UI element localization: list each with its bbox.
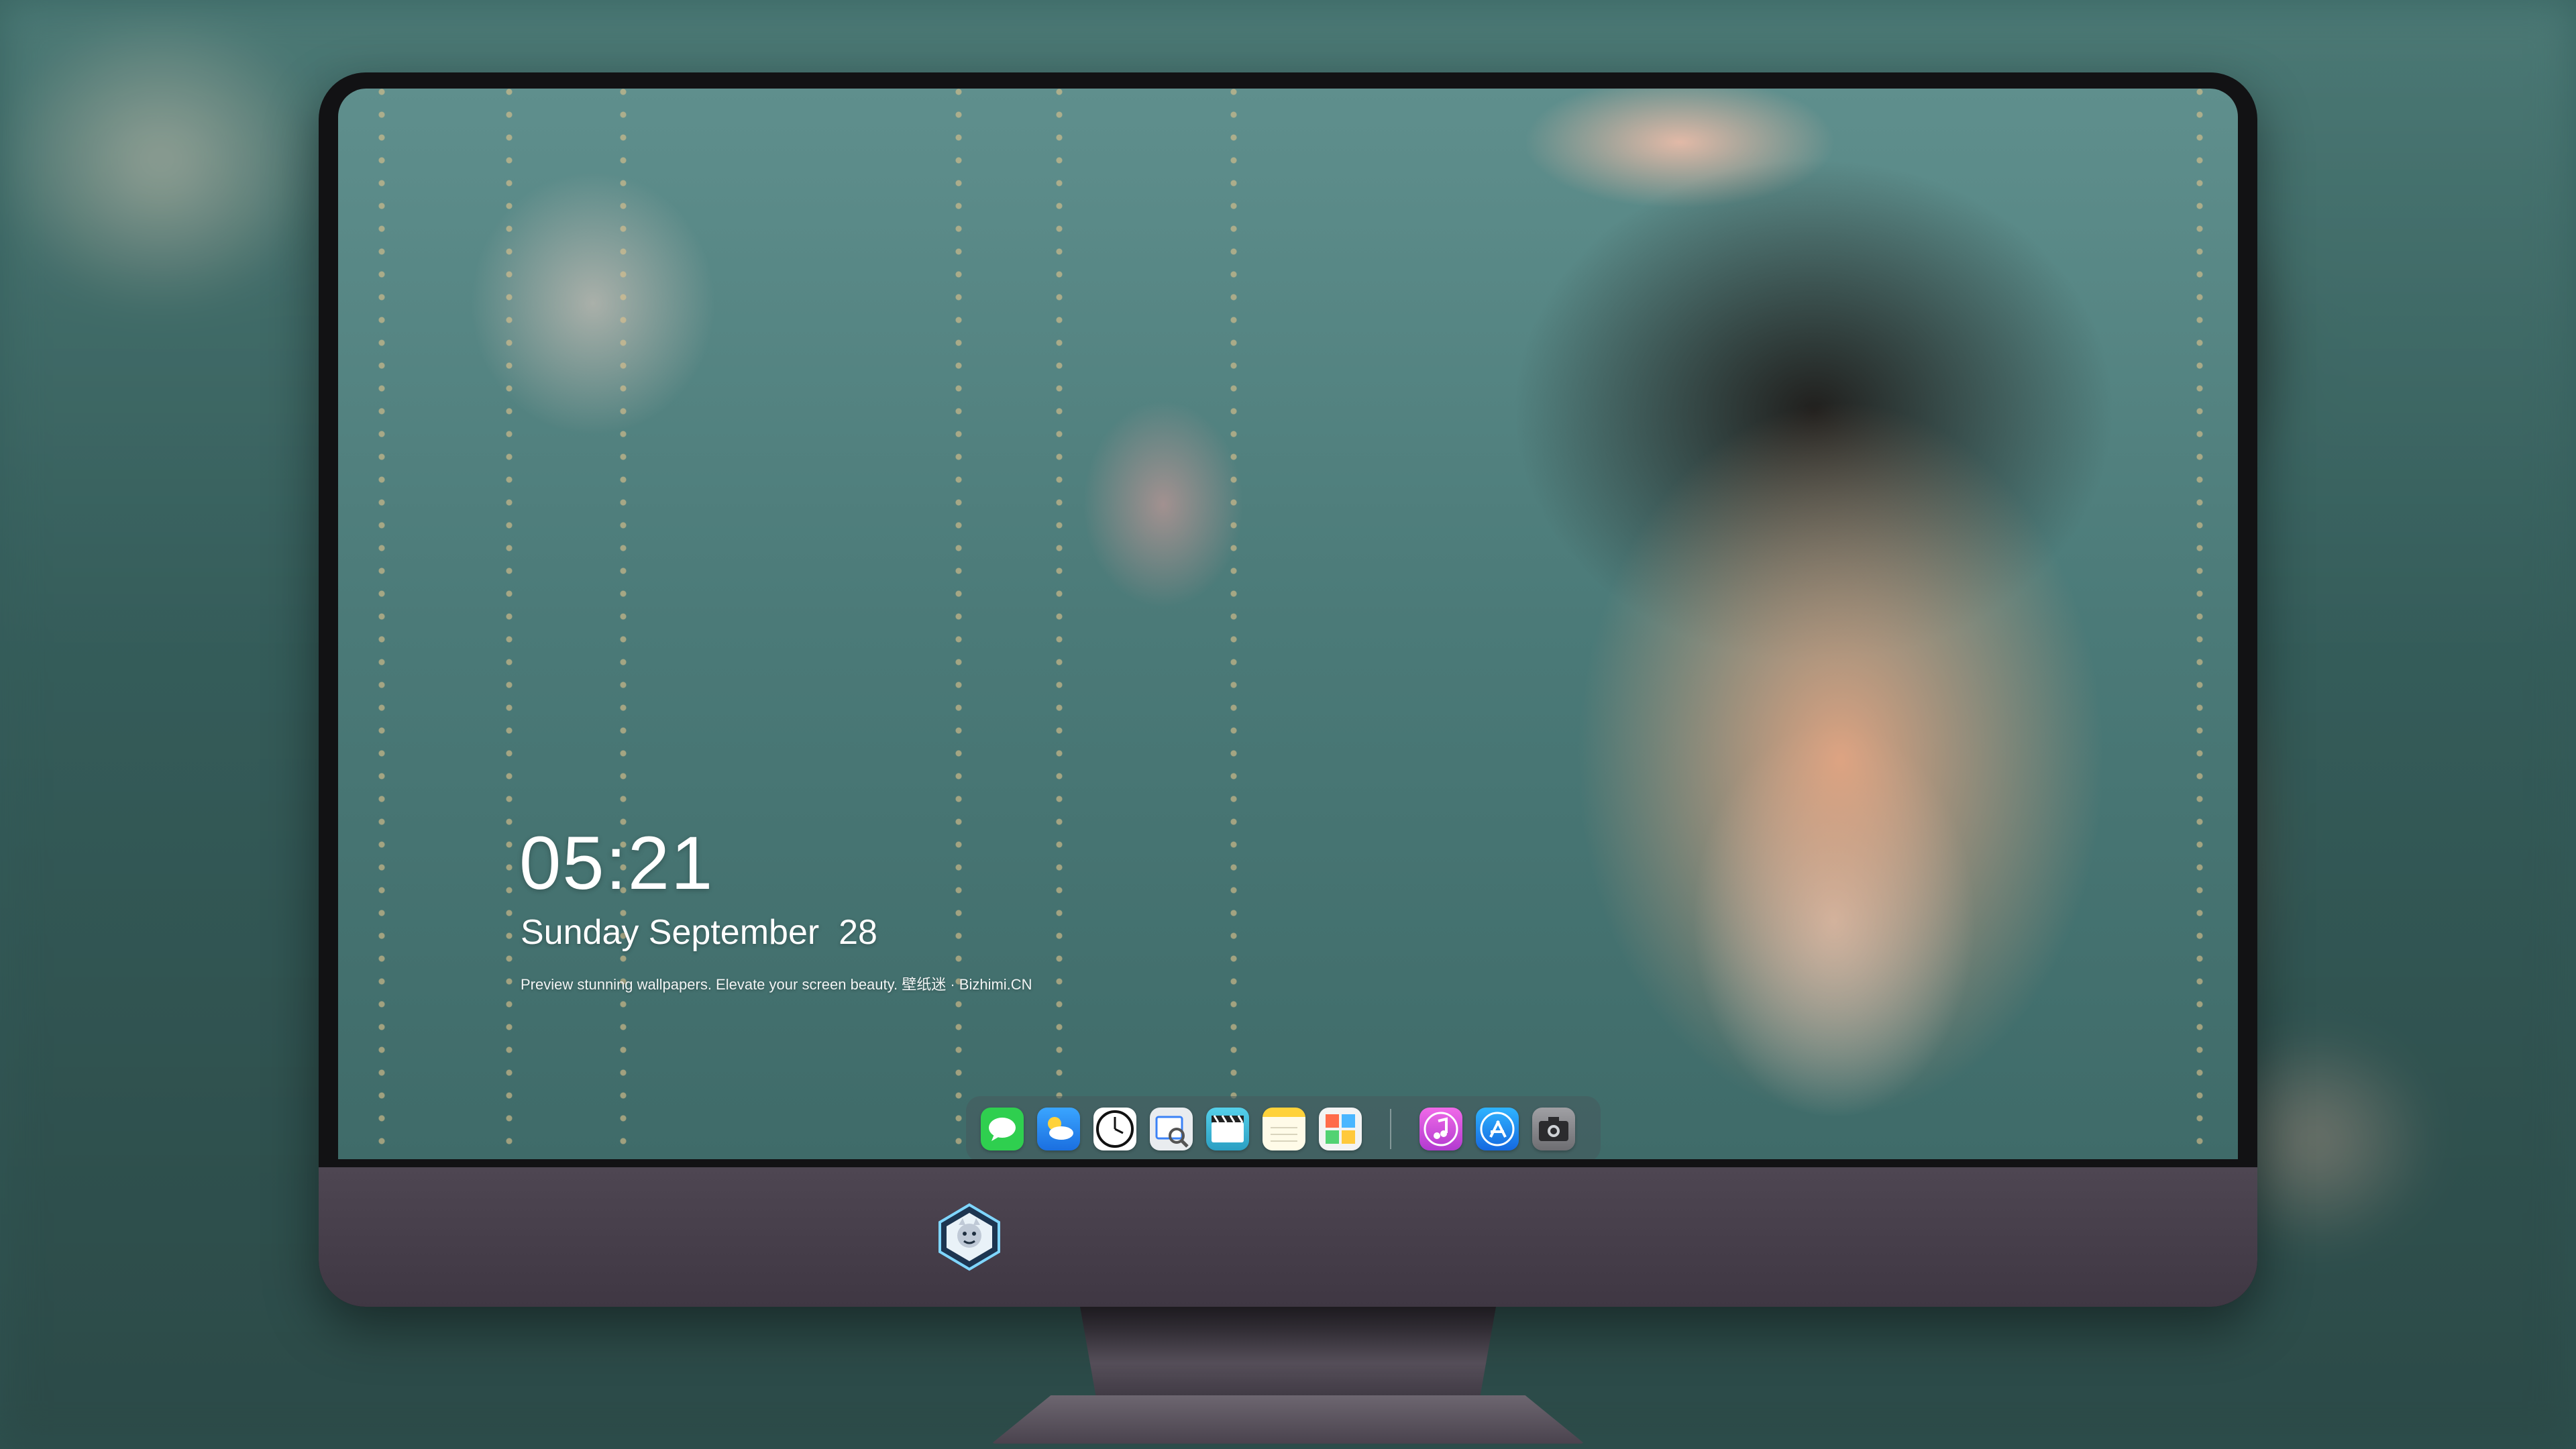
wallpaper-tagline: Preview stunning wallpapers. Elevate you… [521, 976, 1032, 993]
clock-icon[interactable] [1093, 1108, 1136, 1150]
lock-clock-time: 05:21 [519, 821, 714, 905]
monitor-stand-neck [1080, 1307, 1496, 1401]
notes-icon[interactable] [1263, 1108, 1305, 1150]
monitor: 05:21 Sunday September 28 Preview stunni… [319, 72, 2257, 1307]
monitor-chin [319, 1167, 2257, 1307]
brand-logo-icon [938, 1203, 1000, 1271]
lock-date: Sunday September 28 [521, 913, 877, 952]
wallpaper-strand [1230, 89, 1237, 1159]
wallpaper-strand [506, 89, 513, 1159]
dock [966, 1096, 1601, 1159]
wallpaper-strand [2196, 89, 2203, 1159]
messages-icon[interactable] [981, 1108, 1024, 1150]
wallpaper-strand [1056, 89, 1063, 1159]
dock-separator [1390, 1109, 1391, 1149]
desktop-screen: 05:21 Sunday September 28 Preview stunni… [338, 89, 2238, 1159]
app-store-icon[interactable] [1476, 1108, 1519, 1150]
wallpaper-strand [378, 89, 385, 1159]
music-icon[interactable] [1419, 1108, 1462, 1150]
wallpaper-strand [955, 89, 962, 1159]
video-editor-icon[interactable] [1206, 1108, 1249, 1150]
wallpaper-strand [620, 89, 627, 1159]
photo-booth-icon[interactable] [1319, 1108, 1362, 1150]
monitor-stand-base [991, 1395, 1585, 1444]
preview-icon[interactable] [1150, 1108, 1193, 1150]
camera-icon[interactable] [1532, 1108, 1575, 1150]
weather-icon[interactable] [1037, 1108, 1080, 1150]
